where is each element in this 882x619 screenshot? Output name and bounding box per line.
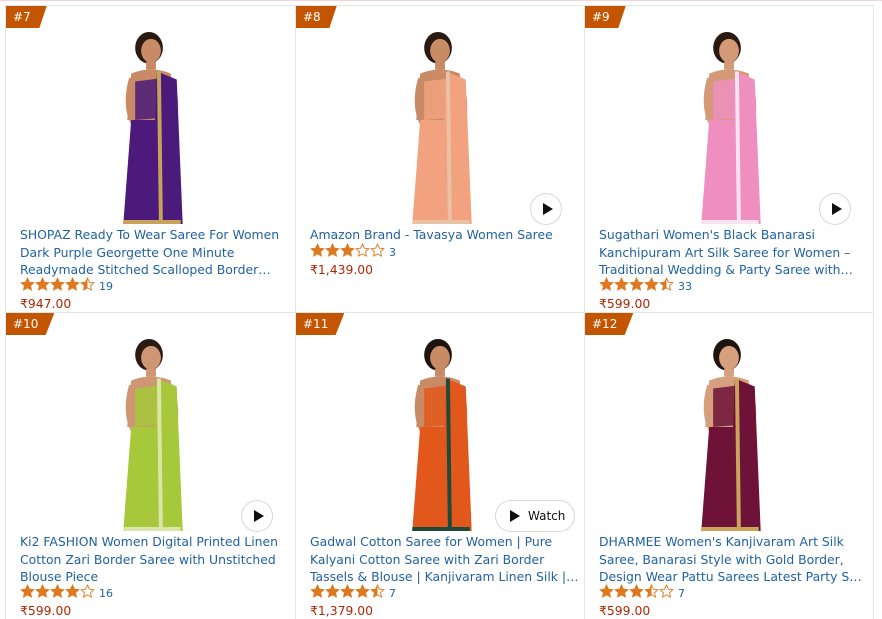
star-icon: [325, 242, 340, 262]
star-icon: [629, 276, 644, 296]
product-rating[interactable]: 33: [599, 276, 692, 296]
product-image[interactable]: [6, 26, 295, 224]
rank-badge: #9: [585, 6, 626, 28]
play-video-button[interactable]: [531, 194, 561, 224]
star-icon: [629, 583, 644, 603]
star-icon: [370, 583, 385, 603]
star-icon: [659, 276, 674, 296]
star-icon: [80, 276, 95, 296]
star-icon: [50, 276, 65, 296]
star-icon: [35, 276, 50, 296]
star-icon: [35, 583, 50, 603]
star-icon: [50, 583, 65, 603]
product-card[interactable]: #11 Watch Gadwal Cotton Saree for Women …: [295, 312, 584, 619]
play-video-button[interactable]: [820, 194, 850, 224]
star-icon: [65, 276, 80, 296]
product-price: ₹1,439.00: [310, 262, 374, 277]
rank-badge: #10: [6, 313, 55, 335]
rank-badge: #8: [296, 6, 337, 28]
product-card[interactable]: #8 Amazon Brand - Tavasya Women Saree 3 …: [295, 5, 584, 312]
product-image[interactable]: [585, 333, 873, 531]
star-icon: [340, 583, 355, 603]
product-rating[interactable]: 19: [20, 276, 113, 296]
product-title[interactable]: SHOPAZ Ready To Wear Saree For Women Dar…: [20, 226, 290, 279]
star-icon: [310, 242, 325, 262]
star-icon: [310, 583, 325, 603]
product-price: ₹947.00: [20, 296, 72, 311]
star-icon: [644, 583, 659, 603]
star-icon: [355, 583, 370, 603]
star-icon: [599, 276, 614, 296]
star-rating: [599, 276, 674, 296]
star-rating: [599, 583, 674, 603]
product-grid: #7 SHOPAZ Ready To Wear Saree For Women …: [5, 5, 874, 619]
star-icon: [370, 242, 385, 262]
product-rating[interactable]: 3: [310, 242, 396, 262]
play-icon: [542, 203, 553, 215]
play-icon: [831, 203, 842, 215]
star-icon: [80, 583, 95, 603]
product-card[interactable]: #10 Ki2 FASHION Women Digital Printed Li…: [5, 312, 295, 619]
review-count[interactable]: 33: [678, 280, 692, 293]
star-rating: [20, 276, 95, 296]
watch-video-button[interactable]: Watch: [496, 501, 574, 531]
rank-badge: #7: [6, 6, 47, 28]
star-rating: [20, 583, 95, 603]
rank-badge: #12: [585, 313, 634, 335]
review-count[interactable]: 16: [99, 587, 113, 600]
star-icon: [355, 242, 370, 262]
star-icon: [65, 583, 80, 603]
product-rating[interactable]: 7: [310, 583, 396, 603]
product-title[interactable]: Gadwal Cotton Saree for Women | Pure Kal…: [310, 533, 580, 586]
star-icon: [659, 583, 674, 603]
product-price: ₹1,379.00: [310, 603, 374, 618]
review-count[interactable]: 3: [389, 246, 396, 259]
product-rating[interactable]: 7: [599, 583, 685, 603]
watch-label: Watch: [528, 509, 566, 523]
product-card[interactable]: #7 SHOPAZ Ready To Wear Saree For Women …: [5, 5, 295, 312]
star-icon: [614, 276, 629, 296]
product-price: ₹599.00: [20, 603, 72, 618]
star-icon: [599, 583, 614, 603]
product-title[interactable]: Ki2 FASHION Women Digital Printed Linen …: [20, 533, 290, 586]
star-icon: [614, 583, 629, 603]
play-icon: [510, 510, 520, 522]
review-count[interactable]: 19: [99, 280, 113, 293]
review-count[interactable]: 7: [389, 587, 396, 600]
product-title[interactable]: Amazon Brand - Tavasya Women Saree: [310, 226, 580, 244]
product-price: ₹599.00: [599, 296, 651, 311]
product-rating[interactable]: 16: [20, 583, 113, 603]
star-icon: [20, 583, 35, 603]
product-card[interactable]: #9 Sugathari Women's Black Banarasi Kanc…: [584, 5, 874, 312]
product-title[interactable]: Sugathari Women's Black Banarasi Kanchip…: [599, 226, 869, 279]
star-icon: [20, 276, 35, 296]
star-icon: [340, 242, 355, 262]
star-rating: [310, 583, 385, 603]
star-icon: [325, 583, 340, 603]
star-rating: [310, 242, 385, 262]
product-price: ₹599.00: [599, 603, 651, 618]
rank-badge: #11: [296, 313, 345, 335]
review-count[interactable]: 7: [678, 587, 685, 600]
star-icon: [644, 276, 659, 296]
play-icon: [253, 510, 264, 522]
product-title[interactable]: DHARMEE Women's Kanjivaram Art Silk Sare…: [599, 533, 869, 586]
play-video-button[interactable]: [242, 501, 272, 531]
product-card[interactable]: #12 DHARMEE Women's Kanjivaram Art Silk …: [584, 312, 874, 619]
